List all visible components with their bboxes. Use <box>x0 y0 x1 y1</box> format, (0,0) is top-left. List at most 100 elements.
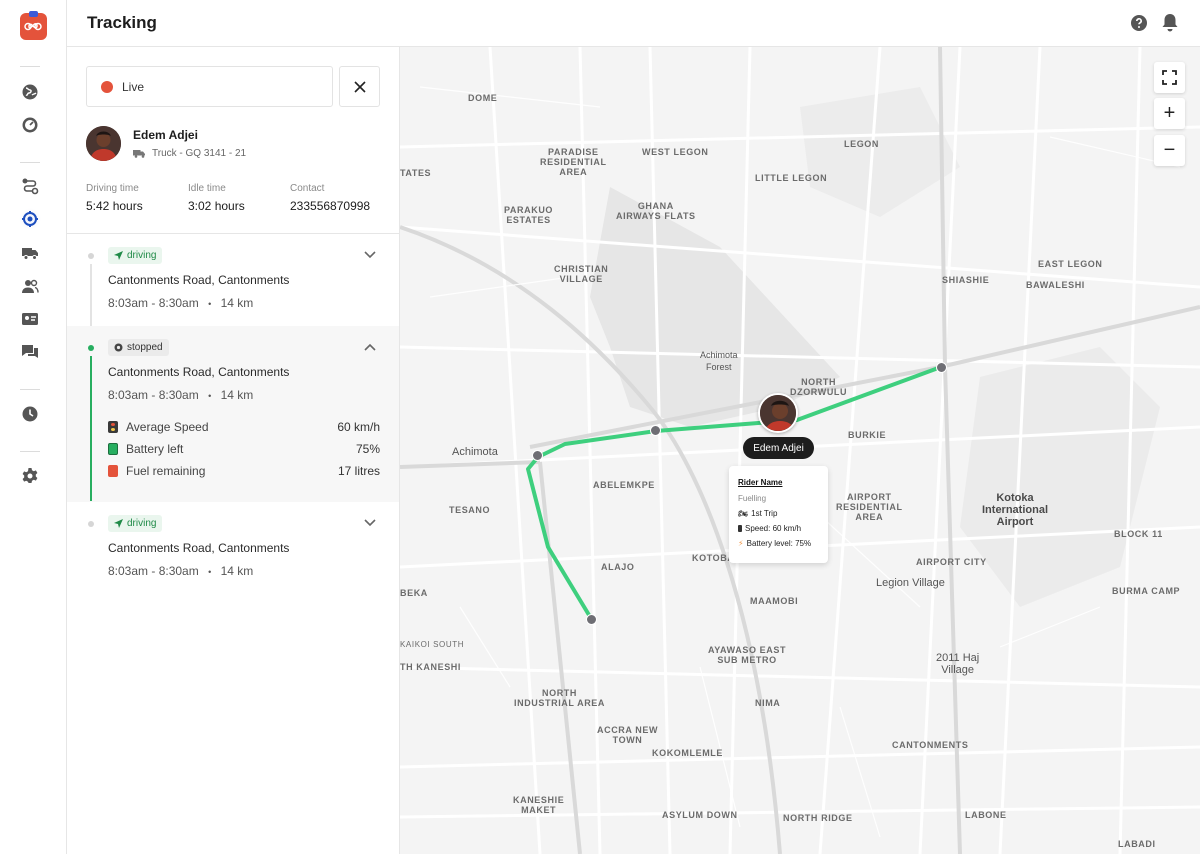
clock-icon[interactable] <box>19 403 41 425</box>
rider-info-popup: Rider Name Fuelling 🏍 1st Trip Speed: 60… <box>729 466 828 563</box>
trip-location: Cantonments Road, Cantonments <box>108 541 290 555</box>
tracking-icon[interactable] <box>19 208 41 230</box>
trip-item[interactable]: driving Cantonments Road, Cantonments 8:… <box>67 502 399 594</box>
vehicle-info: Truck - GQ 3141 - 21 <box>133 148 246 159</box>
driving-time-stat: Driving time 5:42 hours <box>86 183 143 213</box>
gauge-icon[interactable] <box>19 114 41 136</box>
map-label-beka: BEKA <box>400 588 428 598</box>
metric-label: Average Speed <box>126 420 209 434</box>
timeline-dot <box>88 253 94 259</box>
popup-speed: Speed: 60 km/h <box>738 524 819 533</box>
metric-battery: Battery left 75% <box>108 442 380 456</box>
map-label-kokomlemle: KOKOMLEMLE <box>652 748 723 758</box>
trip-distance: 14 km <box>220 388 254 402</box>
popup-speed-label: Speed: 60 km/h <box>745 524 802 533</box>
map-label-labone: LABONE <box>965 810 1007 820</box>
popup-title[interactable]: Rider Name <box>738 478 819 487</box>
live-status-selector[interactable]: Live <box>86 66 333 107</box>
truck-icon[interactable] <box>19 242 41 264</box>
map-label-accra-new-town: ACCRA NEW TOWN <box>597 725 659 745</box>
map-label-block-11: BLOCK 11 <box>1114 529 1163 539</box>
route-stop-marker[interactable] <box>650 425 661 436</box>
popup-battery: ⚡ Battery level: 75% <box>738 539 819 548</box>
help-icon[interactable] <box>1131 15 1147 36</box>
metric-value: 60 km/h <box>337 420 380 434</box>
route-stop-marker[interactable] <box>936 362 947 373</box>
meta-separator: • <box>208 391 212 401</box>
motorbike-icon: 🏍 <box>738 509 749 518</box>
map-label-labadi: LABADI <box>1118 839 1156 849</box>
zoom-out-button[interactable]: − <box>1154 135 1185 166</box>
globe-icon[interactable] <box>19 81 41 103</box>
stat-value[interactable]: 233556870998 <box>290 199 370 213</box>
live-status-dot <box>101 81 113 93</box>
vehicle-label: Truck - GQ 3141 - 21 <box>152 148 247 159</box>
stop-icon <box>114 343 123 352</box>
map-label-tates: TATES <box>400 168 432 178</box>
map-label-maamobi: MAAMOBI <box>750 596 799 606</box>
trip-time: 8:03am - 8:30am <box>108 296 199 310</box>
map-label-west-legon: WEST LEGON <box>642 147 709 157</box>
trip-item[interactable]: driving Cantonments Road, Cantonments 8:… <box>67 234 399 326</box>
map-place-achimota-forest: Achimota Forest <box>700 350 738 372</box>
status-badge: driving <box>108 515 163 532</box>
map-label-parakuo: PARAKUO ESTATES <box>504 205 554 225</box>
metric-value: 75% <box>355 442 380 456</box>
chat-icon[interactable] <box>19 341 41 363</box>
map-label-north-dzorwulu: NORTH DZORWULU <box>790 377 848 397</box>
rider-name: Edem Adjei <box>133 128 198 142</box>
contact-stat: Contact 233556870998 <box>290 183 370 213</box>
chevron-down-icon[interactable] <box>364 251 376 259</box>
map-label-little-legon: LITTLE LEGON <box>755 173 828 183</box>
settings-icon[interactable] <box>19 465 41 487</box>
map-label-east-legon: EAST LEGON <box>1038 259 1103 269</box>
map-label-alajo: ALAJO <box>601 562 635 572</box>
route-stop-marker[interactable] <box>586 614 597 625</box>
chevron-down-icon[interactable] <box>364 519 376 527</box>
logo-icon[interactable] <box>20 11 47 40</box>
close-button[interactable] <box>339 66 380 107</box>
map-canvas[interactable]: DOME PARADISE RESIDENTIAL AREA WEST LEGO… <box>400 47 1200 854</box>
timeline-line <box>90 264 92 326</box>
zoom-in-button[interactable]: + <box>1154 98 1185 129</box>
fullscreen-icon <box>1162 70 1177 85</box>
route-icon[interactable] <box>19 175 41 197</box>
fuel-pump-icon <box>108 465 118 477</box>
map-label-airport-residential: AIRPORT RESIDENTIAL AREA <box>836 492 903 522</box>
users-icon[interactable] <box>19 275 41 297</box>
map-label-christian-village: CHRISTIAN VILLAGE <box>554 264 609 284</box>
live-status-label: Live <box>122 80 145 94</box>
page-title: Tracking <box>87 13 157 32</box>
map-label-cantonments: CANTONMENTS <box>892 740 969 750</box>
map-label-kaneshi: TH KANESHI <box>400 662 462 672</box>
status-badge: driving <box>108 247 163 264</box>
meta-separator: • <box>208 567 212 577</box>
navigation-arrow-icon <box>114 519 123 528</box>
stat-label: Driving time <box>86 183 139 194</box>
metric-value: 17 litres <box>337 464 380 478</box>
map-label-ayawaso: AYAWASO EAST SUB METRO <box>708 645 787 665</box>
status-label: driving <box>127 518 157 529</box>
map-label-burma-camp: BURMA CAMP <box>1112 586 1181 596</box>
fullscreen-button[interactable] <box>1154 62 1185 93</box>
metric-fuel: Fuel remaining 17 litres <box>108 464 380 478</box>
tracking-panel: Live Edem Adjei Truck - GQ 3141 - 21 Dri… <box>67 47 400 854</box>
chevron-up-icon[interactable] <box>364 343 376 351</box>
popup-status: Fuelling <box>738 494 767 503</box>
metric-label: Fuel remaining <box>126 464 206 478</box>
route-stop-marker[interactable] <box>532 450 543 461</box>
nav-rail <box>0 0 67 854</box>
trip-time: 8:03am - 8:30am <box>108 388 199 402</box>
idle-time-stat: Idle time 3:02 hours <box>188 183 245 213</box>
popup-battery-label: Battery level: 75% <box>746 539 812 548</box>
map-label-kaneshie-market: KANESHIE MAKET <box>513 795 565 815</box>
map-label-airport-city: AIRPORT CITY <box>916 557 987 567</box>
map-label-abelemkpe: ABELEMKPE <box>593 480 655 490</box>
notification-bell-icon[interactable] <box>1161 13 1179 38</box>
rider-map-marker[interactable] <box>758 393 798 433</box>
map-place-haj-village: 2011 Haj Village <box>936 652 980 676</box>
stat-value: 5:42 hours <box>86 199 143 213</box>
trip-distance: 14 km <box>220 564 254 578</box>
trip-item-selected[interactable]: stopped Cantonments Road, Cantonments 8:… <box>67 326 399 502</box>
id-card-icon[interactable] <box>19 308 41 330</box>
